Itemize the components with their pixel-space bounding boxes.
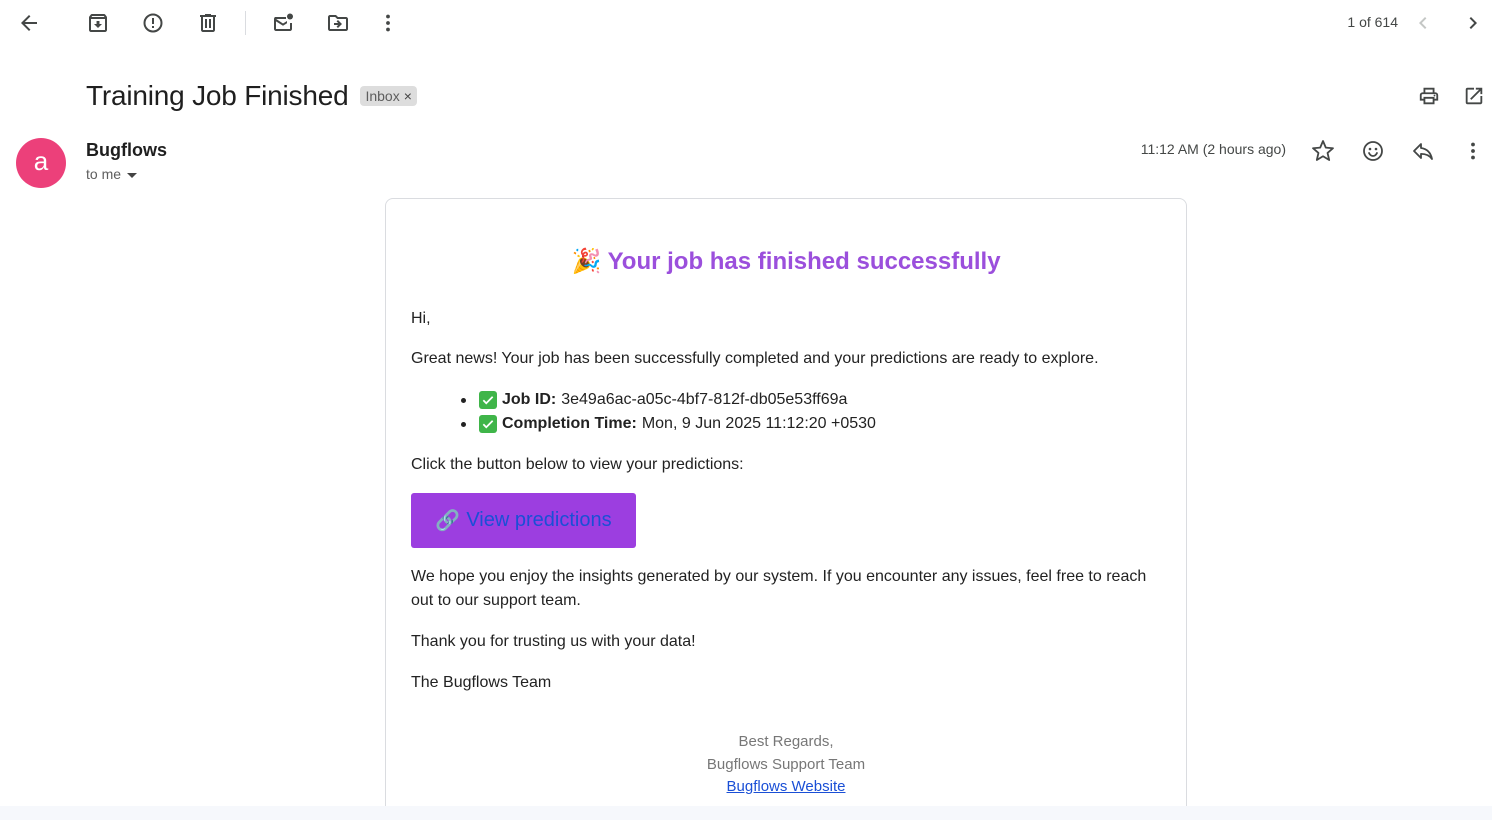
bullet-dot	[461, 421, 466, 427]
footer-link-row: Bugflows Website	[386, 778, 1186, 795]
job-id-label: Job ID:	[502, 391, 557, 408]
list-item: Completion Time: Mon, 9 Jun 2025 11:12:2…	[461, 412, 876, 436]
inbox-label-chip[interactable]: Inbox ×	[360, 86, 417, 106]
list-item: Job ID: 3e49a6ac-a05c-4bf7-812f-db05e53f…	[461, 388, 876, 412]
body-text-line-1: We hope you enjoy the insights generated…	[411, 568, 1147, 585]
print-icon[interactable]	[1409, 76, 1449, 116]
delete-icon[interactable]	[188, 3, 228, 43]
link-icon: 🔗	[435, 510, 461, 532]
message-toolbar: 1 of 614	[0, 0, 1492, 46]
recipient-details-toggle[interactable]: to me	[86, 166, 138, 182]
archive-icon[interactable]	[78, 3, 118, 43]
email-heading-text: Your job has finished successfully	[607, 248, 1001, 275]
party-popper-icon: 🎉	[571, 248, 602, 275]
email-body-card: 🎉 Your job has finished successfully Hi,…	[385, 198, 1187, 820]
view-predictions-label: View predictions	[466, 509, 612, 531]
mark-unread-icon[interactable]	[263, 3, 303, 43]
subject-row: Training Job Finished Inbox ×	[86, 76, 417, 116]
body-text-line-2: out to our support team.	[411, 592, 581, 609]
bullet-dot	[461, 397, 466, 403]
footer-team: Bugflows Support Team	[706, 756, 866, 773]
report-spam-icon[interactable]	[133, 3, 173, 43]
email-heading: 🎉 Your job has finished successfully	[386, 247, 1186, 276]
signoff-text: The Bugflows Team	[411, 674, 552, 691]
bottom-strip	[0, 806, 1492, 820]
check-mark-icon	[479, 391, 497, 409]
job-id-value: 3e49a6ac-a05c-4bf7-812f-db05e53ff69a	[561, 391, 848, 408]
back-arrow-icon[interactable]	[9, 3, 49, 43]
sender-name[interactable]: Bugflows	[86, 140, 167, 161]
check-mark-icon	[479, 415, 497, 433]
completion-time-label: Completion Time:	[502, 415, 637, 432]
chevron-left-icon[interactable]	[1403, 3, 1443, 43]
caret-down-icon	[127, 172, 138, 178]
remove-label-icon[interactable]: ×	[404, 88, 412, 104]
recipient-text: to me	[86, 166, 122, 182]
toolbar-divider	[245, 11, 246, 35]
sender-avatar[interactable]: a	[16, 138, 66, 188]
label-text: Inbox	[365, 88, 400, 104]
reply-icon[interactable]	[1403, 131, 1443, 171]
move-to-icon[interactable]	[318, 3, 358, 43]
open-in-new-window-icon[interactable]	[1454, 76, 1492, 116]
message-date: 11:12 AM (2 hours ago)	[1140, 141, 1286, 157]
website-link[interactable]: Bugflows Website	[727, 778, 846, 795]
thanks-text: Thank you for trusting us with your data…	[411, 633, 696, 650]
star-icon[interactable]	[1303, 131, 1343, 171]
pager-count: 1 of 614	[1347, 14, 1398, 30]
intro-text: Great news! Your job has been successful…	[411, 350, 1099, 367]
cta-prompt: Click the button below to view your pred…	[411, 456, 744, 473]
view-predictions-button[interactable]: 🔗 View predictions	[411, 493, 636, 548]
email-subject: Training Job Finished	[86, 80, 349, 111]
job-details-list: Job ID: 3e49a6ac-a05c-4bf7-812f-db05e53f…	[461, 388, 876, 436]
chevron-right-icon[interactable]	[1453, 3, 1492, 43]
completion-time-value: Mon, 9 Jun 2025 11:12:20 +0530	[641, 415, 876, 432]
add-reaction-icon[interactable]	[1353, 131, 1393, 171]
greeting: Hi,	[411, 310, 431, 327]
footer-regards: Best Regards,	[738, 733, 834, 750]
message-more-icon[interactable]	[1453, 131, 1492, 171]
more-vert-icon[interactable]	[368, 3, 408, 43]
